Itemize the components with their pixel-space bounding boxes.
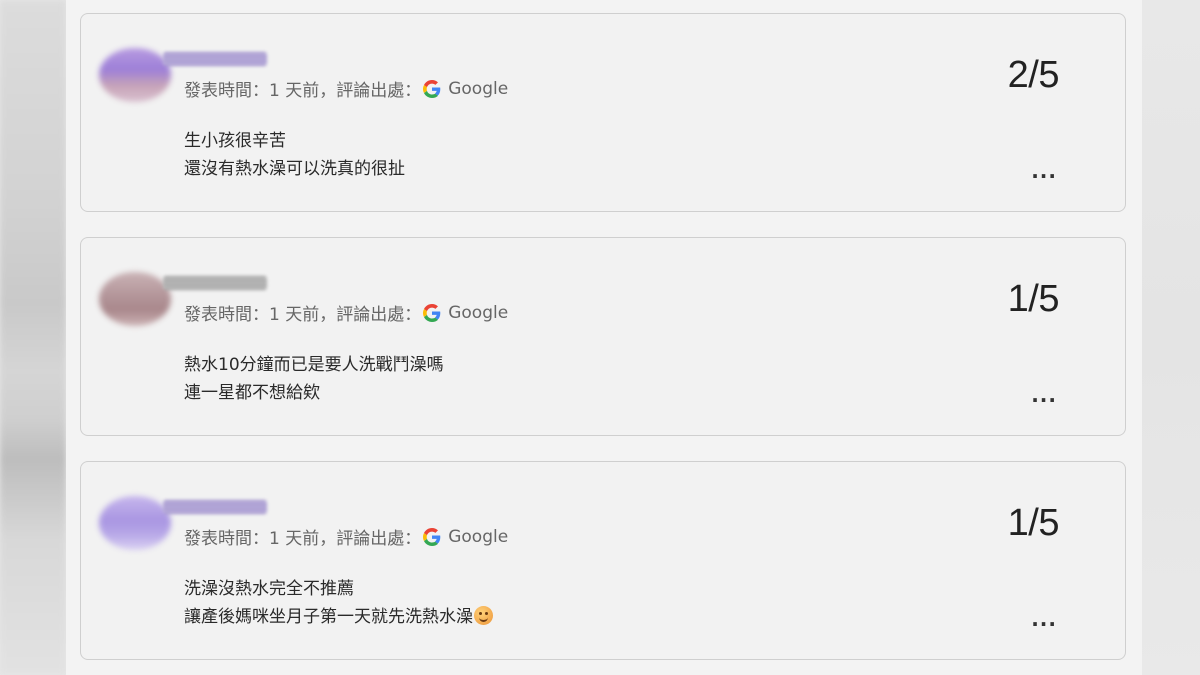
blurred-left-edge [0, 0, 66, 675]
reviewer-avatar [99, 272, 171, 326]
review-text-line: 連一星都不想給欸 [184, 383, 320, 403]
review-text-line: 熱水10分鐘而已是要人洗戰鬥澡嗎 [184, 355, 444, 375]
reviewer-name-blurred [163, 276, 267, 290]
review-card: 發表時間：1 天前，評論出處： Google 2/5 生小孩很辛苦 還沒有熱水澡… [80, 13, 1126, 212]
review-list: 發表時間：1 天前，評論出處： Google 2/5 生小孩很辛苦 還沒有熱水澡… [66, 0, 1142, 675]
review-source-label: Google [448, 78, 509, 99]
review-rating: 2/5 [1007, 54, 1060, 96]
review-source-label: Google [448, 302, 509, 323]
review-text: 生小孩很辛苦 還沒有熱水澡可以洗真的很扯 [184, 127, 405, 183]
review-text: 熱水10分鐘而已是要人洗戰鬥澡嗎 連一星都不想給欸 [184, 351, 444, 407]
review-rating: 1/5 [1007, 502, 1060, 544]
review-meta-text: 發表時間：1 天前，評論出處： [184, 529, 422, 549]
reviewer-avatar [99, 48, 171, 102]
review-card: 發表時間：1 天前，評論出處： Google 1/5 洗澡沒熱水完全不推薦 讓產… [80, 461, 1126, 660]
review-meta: 發表時間：1 天前，評論出處： Google [184, 524, 509, 550]
review-text-line-content: 讓產後媽咪坐月子第一天就先洗熱水澡 [184, 607, 473, 627]
reviewer-name-blurred [163, 500, 267, 514]
google-g-icon [423, 303, 441, 322]
review-card: 發表時間：1 天前，評論出處： Google 1/5 熱水10分鐘而已是要人洗戰… [80, 237, 1126, 436]
review-text-line: 生小孩很辛苦 [184, 131, 286, 151]
review-meta: 發表時間：1 天前，評論出處： Google [184, 76, 509, 102]
more-options-button[interactable]: ... [1031, 159, 1057, 183]
review-text: 洗澡沒熱水完全不推薦 讓產後媽咪坐月子第一天就先洗熱水澡 [184, 575, 493, 631]
review-source-label: Google [448, 526, 509, 547]
review-text-line: 還沒有熱水澡可以洗真的很扯 [184, 159, 405, 179]
review-text-line: 讓產後媽咪坐月子第一天就先洗熱水澡 [184, 603, 493, 631]
review-meta: 發表時間：1 天前，評論出處： Google [184, 300, 509, 326]
reviewer-avatar [99, 496, 171, 550]
smiling-face-emoji-icon [474, 606, 493, 625]
right-edge [1142, 0, 1200, 675]
review-meta-text: 發表時間：1 天前，評論出處： [184, 81, 422, 101]
google-g-icon [423, 79, 441, 98]
review-text-line: 洗澡沒熱水完全不推薦 [184, 579, 354, 599]
google-g-icon [423, 527, 441, 546]
review-rating: 1/5 [1007, 278, 1060, 320]
more-options-button[interactable]: ... [1031, 607, 1057, 631]
review-meta-text: 發表時間：1 天前，評論出處： [184, 305, 422, 325]
more-options-button[interactable]: ... [1031, 383, 1057, 407]
reviewer-name-blurred [163, 52, 267, 66]
